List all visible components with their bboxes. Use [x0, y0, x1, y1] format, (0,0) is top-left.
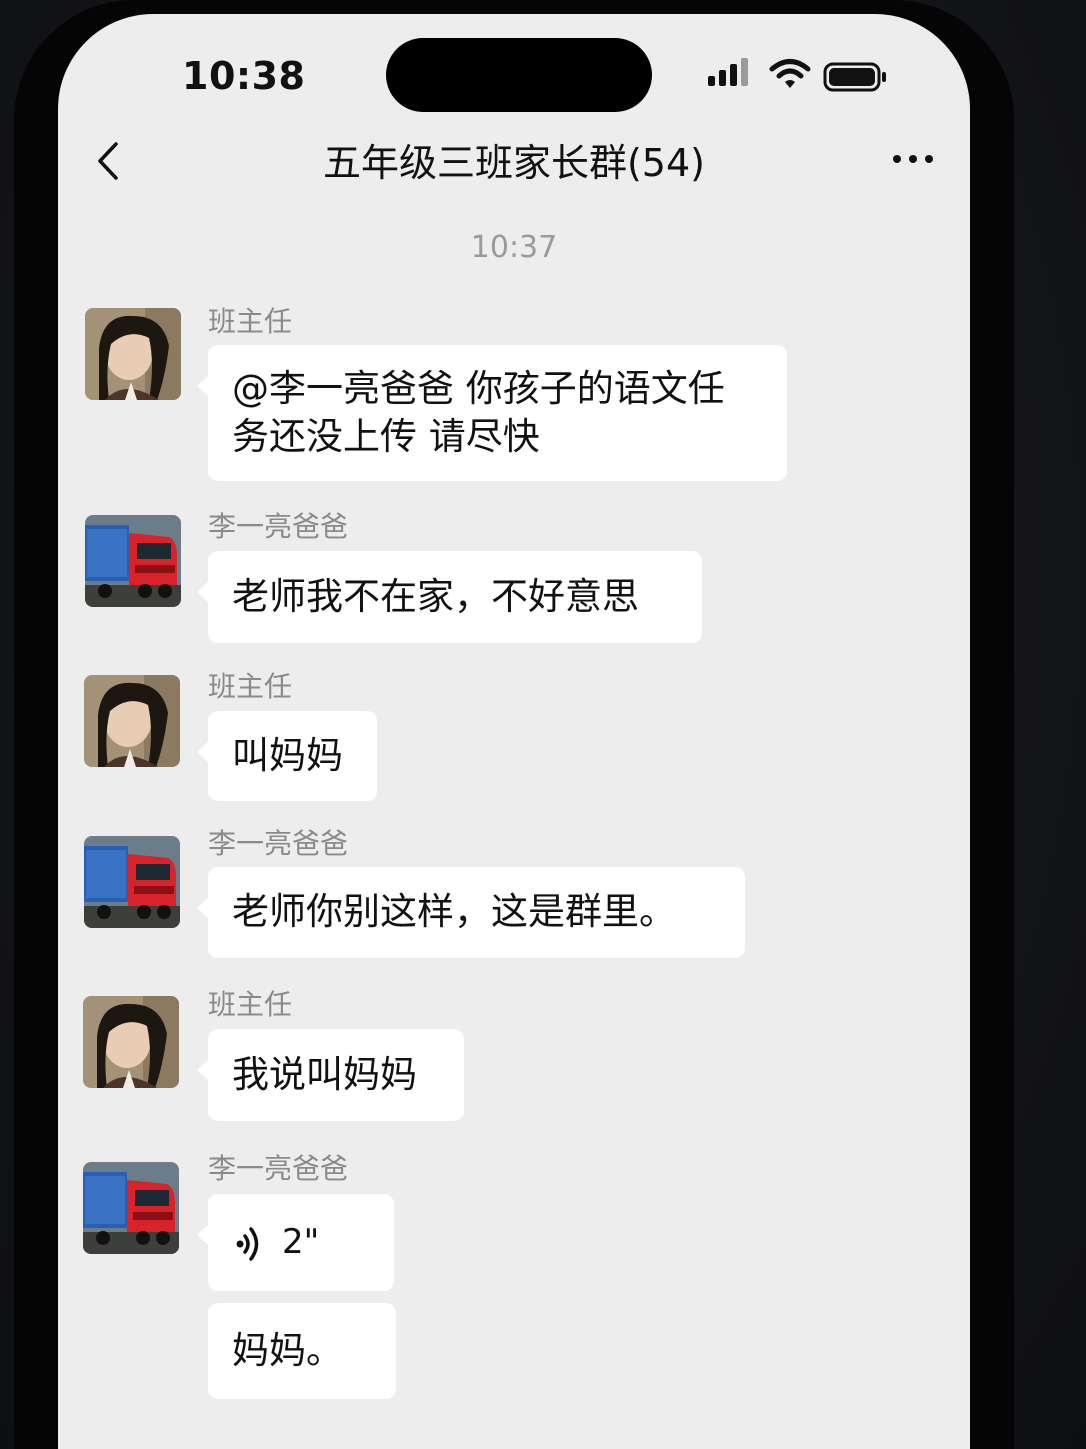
time-separator: 10:37	[470, 230, 558, 265]
truck-icon	[85, 515, 181, 607]
voice-duration: 2"	[282, 1222, 320, 1262]
avatar-teacher[interactable]	[85, 308, 181, 400]
chat-title: 五年级三班家长群(54)	[322, 141, 705, 185]
message-text: 老师我不在家，不好意思	[232, 575, 639, 618]
message-text: 妈妈。	[232, 1329, 343, 1372]
teacher-portrait-icon	[83, 996, 179, 1088]
message-bubble[interactable]: 我说叫妈妈	[197, 1029, 464, 1121]
message-bubble[interactable]: 妈妈。	[208, 1303, 396, 1399]
sender-name: 李一亮爸爸	[208, 1152, 349, 1185]
message-bubble[interactable]: 叫妈妈	[197, 711, 377, 801]
message-bubble[interactable]: 老师你别这样，这是群里。	[197, 867, 745, 958]
message-text: 叫妈妈	[232, 734, 343, 777]
truck-icon	[84, 836, 180, 928]
battery-icon	[823, 62, 886, 92]
avatar-dad[interactable]	[84, 836, 180, 928]
voice-wave-icon	[236, 1227, 259, 1261]
message-bubble[interactable]: 老师我不在家，不好意思	[197, 551, 702, 643]
dynamic-island	[386, 38, 652, 112]
wifi-icon	[769, 59, 811, 88]
truck-icon	[83, 1162, 179, 1254]
avatar-dad[interactable]	[85, 515, 181, 607]
chat-screen: 10:38 五年级三班家长群(54) 10:37 班主任 @李一亮爸爸 你孩子的…	[58, 14, 970, 1449]
more-dots-icon[interactable]	[888, 144, 938, 174]
avatar-teacher[interactable]	[83, 996, 179, 1088]
sender-name: 李一亮爸爸	[208, 827, 349, 860]
sender-name: 班主任	[208, 305, 293, 338]
avatar-dad[interactable]	[83, 1162, 179, 1254]
message-text-line: @李一亮爸爸 你孩子的语文任	[232, 367, 725, 410]
sender-name: 班主任	[208, 670, 293, 703]
message-text: 我说叫妈妈	[232, 1053, 417, 1096]
message-bubble[interactable]: @李一亮爸爸 你孩子的语文任 务还没上传 请尽快	[197, 345, 787, 481]
status-icons	[708, 58, 948, 94]
sender-name: 班主任	[208, 988, 293, 1021]
sender-name: 李一亮爸爸	[208, 510, 349, 543]
voice-message-bubble[interactable]: 2"	[197, 1194, 394, 1291]
phone-frame: 10:38 五年级三班家长群(54) 10:37 班主任 @李一亮爸爸 你孩子的…	[14, 0, 1014, 1449]
avatar-teacher[interactable]	[84, 675, 180, 767]
message-text: 老师你别这样，这是群里。	[232, 890, 676, 933]
status-time: 10:38	[182, 54, 306, 98]
teacher-portrait-icon	[85, 308, 181, 400]
teacher-portrait-icon	[84, 675, 180, 767]
message-text-line: 务还没上传 请尽快	[232, 415, 540, 458]
